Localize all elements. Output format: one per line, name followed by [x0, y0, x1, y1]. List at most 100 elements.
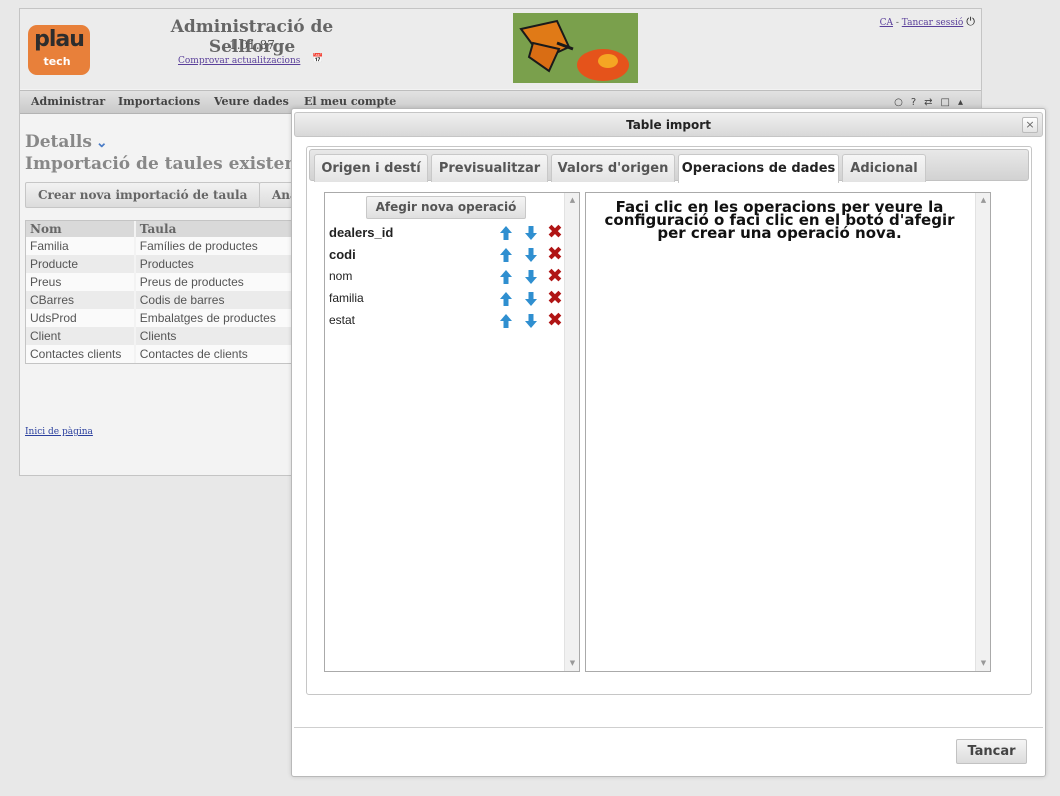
dialog-titlebar[interactable]: Table import × [294, 112, 1043, 137]
table-row[interactable]: Preus Preus de productes [26, 273, 295, 291]
create-table-import-button[interactable]: Crear nova importació de taula [25, 182, 261, 208]
delete-icon[interactable]: ✖ [546, 245, 564, 264]
arrow-up-icon[interactable] [499, 247, 513, 263]
config-scrollbar[interactable]: ▲ ▼ [975, 193, 990, 671]
operation-row[interactable]: codi ✖ [329, 245, 564, 265]
menu-item-administrar[interactable]: Administrar [31, 95, 105, 108]
top-links: CA - Tancar sessió ⏻ [880, 15, 975, 29]
app-version: 1.01.87 [229, 38, 275, 52]
table-row[interactable]: UdsProd Embalatges de productes [26, 309, 295, 327]
column-header-nom[interactable]: Nom [26, 221, 136, 237]
app-header: plau tech Administració de Sellforge 1.0… [20, 9, 981, 89]
operations-list: Afegir nova operació dealers_id ✖ codi ✖ nom… [324, 192, 580, 672]
close-icon[interactable]: × [1022, 117, 1038, 133]
arrow-down-icon[interactable] [524, 247, 538, 263]
butterfly-banner-image [513, 13, 638, 83]
delete-icon[interactable]: ✖ [546, 289, 564, 308]
table-cell: UdsProd [26, 309, 136, 327]
table-cell: Contactes de clients [134, 345, 295, 363]
table-import-dialog: Table import × Origen i destí Previsuali… [291, 108, 1046, 777]
lightbulb-icon[interactable]: ○ [894, 97, 911, 108]
scroll-down-icon[interactable]: ▼ [568, 659, 577, 667]
swap-icon[interactable]: ⇄ [924, 97, 940, 108]
table-cell: Familia [26, 237, 136, 255]
table-cell: CBarres [26, 291, 136, 309]
operations-scrollbar[interactable]: ▲ ▼ [564, 193, 579, 671]
scroll-up-icon[interactable]: ▲ [979, 196, 988, 204]
language-link[interactable]: CA [880, 18, 893, 28]
arrow-down-icon[interactable] [524, 291, 538, 307]
check-updates-link[interactable]: Comprovar actualitzacions [178, 56, 300, 66]
operation-name[interactable]: familia [329, 291, 364, 305]
delete-icon[interactable]: ✖ [546, 311, 564, 330]
operation-name[interactable]: dealers_id [329, 225, 393, 240]
table-cell: Famílies de productes [134, 237, 295, 255]
table-cell: Productes [134, 255, 295, 273]
delete-icon[interactable]: ✖ [546, 267, 564, 286]
table-row[interactable]: Producte Productes [26, 255, 295, 273]
tab-origen-i-desti[interactable]: Origen i destí [314, 154, 428, 182]
operation-row[interactable]: familia ✖ [329, 289, 564, 309]
window-icon[interactable]: □ [941, 97, 958, 108]
details-heading[interactable]: Detalls ⌄ [25, 132, 108, 152]
arrow-up-icon[interactable] [499, 269, 513, 285]
scroll-down-icon[interactable]: ▼ [979, 659, 988, 667]
operation-config-panel: Faci clic en les operacions per veure la… [585, 192, 991, 672]
table-cell: Embalatges de productes [134, 309, 295, 327]
table-row[interactable]: Client Clients [26, 327, 295, 345]
table-cell: Preus de productes [134, 273, 295, 291]
column-header-taula[interactable]: Taula [134, 221, 295, 237]
table-cell: Codis de barres [134, 291, 295, 309]
operation-name[interactable]: nom [329, 269, 352, 283]
menu-item-el-meu-compte[interactable]: El meu compte [304, 95, 396, 108]
operation-row[interactable]: estat ✖ [329, 311, 564, 331]
collapse-icon[interactable]: ▴ [958, 97, 971, 108]
plau-tech-logo: plau tech [28, 25, 90, 75]
table-cell: Preus [26, 273, 136, 291]
power-icon[interactable]: ⏻ [966, 15, 975, 28]
arrow-down-icon[interactable] [524, 313, 538, 329]
menu-item-importacions[interactable]: Importacions [118, 95, 200, 108]
close-button[interactable]: Tancar [956, 739, 1027, 764]
tab-strip: Origen i destí Previsualitzar Valors d'o… [309, 149, 1029, 183]
dialog-title: Table import [626, 118, 711, 132]
table-row[interactable]: CBarres Codis de barres [26, 291, 295, 309]
imports-table: Nom Taula Familia Famílies de productes P… [25, 220, 295, 364]
operation-row[interactable]: dealers_id ✖ [329, 223, 564, 243]
logout-link[interactable]: Tancar sessió [902, 18, 964, 28]
table-row[interactable]: Contactes clients Contactes de clients [26, 345, 295, 363]
arrow-up-icon[interactable] [499, 313, 513, 329]
calendar-icon[interactable]: 📅 [312, 54, 323, 64]
scroll-up-icon[interactable]: ▲ [568, 196, 577, 204]
menu-tools: ○?⇄□▴ [894, 97, 971, 108]
arrow-up-icon[interactable] [499, 225, 513, 241]
help-icon[interactable]: ? [911, 97, 924, 108]
operation-name[interactable]: estat [329, 313, 355, 327]
operation-name[interactable]: codi [329, 247, 356, 262]
operation-row[interactable]: nom ✖ [329, 267, 564, 287]
tab-adicional[interactable]: Adicional [842, 154, 926, 182]
top-links-separator: - [893, 18, 902, 28]
table-header-row: Nom Taula [26, 221, 295, 237]
add-operation-button[interactable]: Afegir nova operació [366, 196, 526, 219]
table-cell: Client [26, 327, 136, 345]
table-cell: Contactes clients [26, 345, 136, 363]
tabs-panel: Origen i destí Previsualitzar Valors d'o… [306, 146, 1032, 695]
config-help-message: Faci clic en les operacions per veure la… [604, 198, 955, 242]
table-cell: Producte [26, 255, 136, 273]
tab-operacions-de-dades[interactable]: Operacions de dades [678, 154, 839, 183]
tab-previsualitzar[interactable]: Previsualitzar [431, 154, 548, 182]
menu-item-veure-dades[interactable]: Veure dades [214, 95, 289, 108]
top-of-page-link[interactable]: Inici de pàgina [25, 427, 93, 437]
butterfly-image [513, 13, 638, 83]
table-row[interactable]: Familia Famílies de productes [26, 237, 295, 255]
table-cell: Clients [134, 327, 295, 345]
arrow-up-icon[interactable] [499, 291, 513, 307]
arrow-down-icon[interactable] [524, 269, 538, 285]
dialog-footer-divider [294, 727, 1043, 728]
tab-valors-d-origen[interactable]: Valors d'origen [551, 154, 675, 182]
chevron-down-icon[interactable]: ⌄ [96, 135, 108, 151]
page-subtitle: Importació de taules existents [25, 154, 315, 174]
arrow-down-icon[interactable] [524, 225, 538, 241]
delete-icon[interactable]: ✖ [546, 223, 564, 242]
